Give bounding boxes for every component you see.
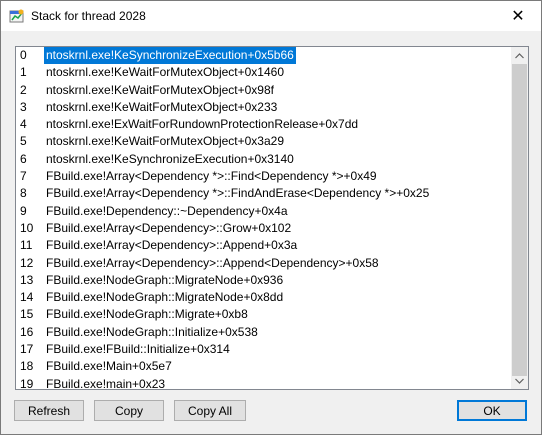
copy-button[interactable]: Copy [94,400,164,421]
frame-symbol: ntoskrnl.exe!KeWaitForMutexObject+0x98f [46,82,274,97]
scroll-up-arrow-icon[interactable] [511,47,528,64]
stack-frame-row[interactable]: 4 ntoskrnl.exe!ExWaitForRundownProtection… [16,116,511,133]
stack-frame-list[interactable]: 0 ntoskrnl.exe!KeSynchronizeExecution+0x5… [15,46,529,390]
stack-frame-rows: 0 ntoskrnl.exe!KeSynchronizeExecution+0x5… [16,47,511,390]
stack-frame-row[interactable]: 10 FBuild.exe!Array<Dependency>::Grow+0x1… [16,220,511,237]
close-icon: ✕ [511,8,525,25]
frame-symbol: FBuild.exe!Dependency::~Dependency+0x4a [46,203,288,218]
frame-index: 7 [20,169,27,184]
frame-index: 15 [20,307,34,322]
copy-all-button[interactable]: Copy All [174,400,246,421]
stack-frame-row[interactable]: 14 FBuild.exe!NodeGraph::MigrateNode+0x8d… [16,289,511,306]
frame-symbol: FBuild.exe!main+0x23 [46,376,166,390]
frame-symbol: ntoskrnl.exe!KeWaitForMutexObject+0x1460 [46,65,285,80]
stack-frame-row[interactable]: 2 ntoskrnl.exe!KeWaitForMutexObject+0x98f [16,82,511,99]
frame-index: 6 [20,151,27,166]
frame-index: 11 [20,238,33,253]
frame-index: 8 [20,186,27,201]
frame-symbol: FBuild.exe!FBuild::Initialize+0x314 [46,342,230,357]
frame-symbol: FBuild.exe!NodeGraph::MigrateNode+0x8dd [46,290,284,305]
frame-symbol: FBuild.exe!Array<Dependency *>::FindAndE… [46,186,430,201]
stack-frame-row[interactable]: 11 FBuild.exe!Array<Dependency>::Append+0… [16,237,511,254]
frame-index: 2 [20,82,27,97]
frame-index: 14 [20,290,34,305]
stack-frame-row[interactable]: 18 FBuild.exe!Main+0x5e7 [16,358,511,375]
stack-frame-row[interactable]: 15 FBuild.exe!NodeGraph::Migrate+0xb8 [16,306,511,323]
frame-symbol: FBuild.exe!Array<Dependency>::Grow+0x102 [46,220,292,235]
frame-index: 18 [20,359,34,374]
vertical-scrollbar[interactable] [511,47,528,389]
frame-symbol: ntoskrnl.exe!KeWaitForMutexObject+0x3a29 [46,134,285,149]
process-explorer-icon [9,8,25,24]
stack-frame-row[interactable]: 0 ntoskrnl.exe!KeSynchronizeExecution+0x5… [16,47,511,65]
frame-index: 3 [20,99,27,114]
frame-symbol: FBuild.exe!Array<Dependency *>::Find<Dep… [46,169,377,184]
stack-frame-row[interactable]: 5 ntoskrnl.exe!KeWaitForMutexObject+0x3a2… [16,133,511,150]
frame-symbol: FBuild.exe!Array<Dependency>::Append+0x3… [46,238,298,253]
frame-index: 19 [20,376,34,390]
frame-symbol: ntoskrnl.exe!KeWaitForMutexObject+0x233 [46,99,278,114]
stack-frame-row[interactable]: 6 ntoskrnl.exe!KeSynchronizeExecution+0x3… [16,151,511,168]
stack-frame-row[interactable]: 12 FBuild.exe!Array<Dependency>::Append<D… [16,255,511,272]
title-bar[interactable]: Stack for thread 2028 ✕ [1,1,541,31]
frame-symbol: FBuild.exe!NodeGraph::MigrateNode+0x936 [46,272,284,287]
frame-index: 13 [20,272,34,287]
stack-frame-row[interactable]: 3 ntoskrnl.exe!KeWaitForMutexObject+0x233 [16,99,511,116]
frame-symbol: FBuild.exe!NodeGraph::Migrate+0xb8 [46,307,248,322]
frame-symbol: FBuild.exe!Main+0x5e7 [46,359,172,374]
stack-frame-row[interactable]: 16 FBuild.exe!NodeGraph::Initialize+0x538 [16,324,511,341]
frame-index: 9 [20,203,27,218]
stack-frame-row[interactable]: 8 FBuild.exe!Array<Dependency *>::FindAnd… [16,185,511,202]
frame-symbol: ntoskrnl.exe!KeSynchronizeExecution+0x5b… [44,47,296,65]
stack-dialog: Stack for thread 2028 ✕ 0 ntoskrnl.exe!Ke… [0,0,542,435]
frame-index: 4 [20,117,27,132]
window-title: Stack for thread 2028 [31,9,146,23]
frame-index: 12 [20,255,34,270]
frame-index: 1 [20,65,27,80]
stack-frame-row[interactable]: 13 FBuild.exe!NodeGraph::MigrateNode+0x93… [16,272,511,289]
stack-frame-row[interactable]: 7 FBuild.exe!Array<Dependency *>::Find<De… [16,168,511,185]
stack-frame-row[interactable]: 19 FBuild.exe!main+0x23 [16,376,511,390]
frame-symbol: ntoskrnl.exe!KeSynchronizeExecution+0x31… [46,151,294,166]
frame-index: 0 [20,48,27,62]
ok-button[interactable]: OK [457,400,527,421]
scroll-down-arrow-icon[interactable] [511,372,528,389]
stack-frame-row[interactable]: 17 FBuild.exe!FBuild::Initialize+0x314 [16,341,511,358]
scrollbar-thumb[interactable] [512,64,527,376]
frame-index: 17 [20,342,34,357]
frame-index: 5 [20,134,27,149]
refresh-button[interactable]: Refresh [14,400,84,421]
frame-index: 16 [20,324,34,339]
frame-index: 10 [20,220,34,235]
frame-symbol: FBuild.exe!NodeGraph::Initialize+0x538 [46,324,258,339]
stack-frame-row[interactable]: 9 FBuild.exe!Dependency::~Dependency+0x4a [16,203,511,220]
frame-symbol: FBuild.exe!Array<Dependency>::Append<Dep… [46,255,379,270]
stack-frame-row[interactable]: 1 ntoskrnl.exe!KeWaitForMutexObject+0x146… [16,64,511,81]
frame-symbol: ntoskrnl.exe!ExWaitForRundownProtectionR… [46,117,359,132]
close-button[interactable]: ✕ [495,1,541,31]
